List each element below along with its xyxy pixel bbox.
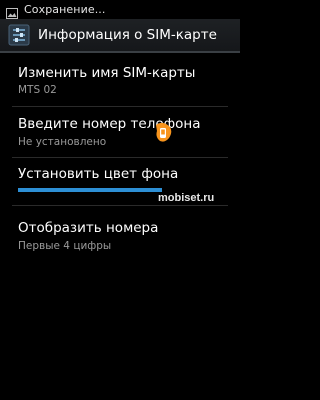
item-title: Установить цвет фона	[18, 166, 179, 182]
list-item-display-numbers[interactable]: Отобразить номера Первые 4 цифры	[0, 206, 240, 256]
item-subtitle: Первые 4 цифры	[18, 240, 112, 252]
watermark: mobiset.ru	[158, 192, 215, 204]
mobiset-logo-icon	[152, 121, 174, 147]
item-title: Отобразить номера	[18, 220, 159, 236]
settings-sliders-icon[interactable]	[8, 24, 30, 46]
image-icon	[6, 4, 18, 19]
page-title: Информация о SIM-карте	[38, 27, 217, 43]
item-subtitle: Не установлено	[18, 136, 107, 148]
action-bar: Информация о SIM-карте	[0, 19, 240, 53]
item-title: Изменить имя SIM-карты	[18, 65, 196, 81]
status-text: Сохранение...	[24, 3, 106, 16]
item-subtitle: MTS 02	[18, 84, 57, 96]
list-item-phone-number[interactable]: Введите номер телефона Не установлено	[0, 107, 240, 157]
status-bar: Сохранение...	[0, 0, 240, 19]
list-item-sim-name[interactable]: Изменить имя SIM-карты MTS 02	[0, 53, 240, 107]
color-progress-bar	[18, 188, 162, 192]
